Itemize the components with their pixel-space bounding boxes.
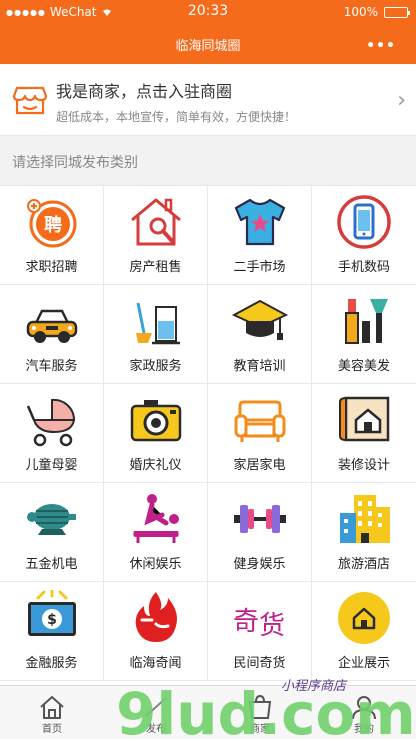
tab-label: 我的 <box>354 724 374 735</box>
category-label: 家政服务 <box>129 359 182 374</box>
page-title: 临海同城圈 <box>175 39 241 54</box>
category-label: 健身娱乐 <box>233 557 286 572</box>
graduation-cap-icon <box>232 299 288 340</box>
category-house[interactable]: 房产租售 <box>104 186 208 285</box>
category-label: 临海奇闻 <box>129 656 182 671</box>
money-icon: $ <box>28 590 76 636</box>
car-icon <box>26 309 78 343</box>
store-icon <box>248 694 272 719</box>
category-fitness[interactable]: 健身娱乐 <box>208 483 312 582</box>
category-digital[interactable]: 手机数码 <box>312 186 416 285</box>
category-housekeeping[interactable]: 家政服务 <box>104 285 208 384</box>
category-grid: 聘 求职招聘 房产租售 二手市场 手机数码 汽车服务 家政服务 教育培训 美容美… <box>0 185 416 685</box>
tab-label: 首页 <box>42 724 62 735</box>
category-baby[interactable]: 儿童母婴 <box>0 384 104 483</box>
cosmetics-icon <box>345 299 388 344</box>
category-label: 房产租售 <box>129 260 182 275</box>
battery-percent: 100% <box>343 5 378 19</box>
category-job[interactable]: 聘 求职招聘 <box>0 186 104 285</box>
house-icon <box>131 198 181 246</box>
category-label: 装修设计 <box>337 458 390 473</box>
sofa-icon <box>234 400 286 442</box>
category-label: 婚庆礼仪 <box>129 458 182 473</box>
tab-publish[interactable]: 发布 <box>104 686 208 739</box>
cleaning-icon <box>136 302 180 345</box>
tab-bar: 首页 发布 商家 我的 <box>0 685 416 739</box>
category-label: 求职招聘 <box>25 260 78 275</box>
category-car[interactable]: 汽车服务 <box>0 285 104 384</box>
svg-text:$: $ <box>47 612 57 628</box>
category-leisure[interactable]: 休闲娱乐 <box>104 483 208 582</box>
category-decoration[interactable]: 装修设计 <box>312 384 416 483</box>
category-label: 儿童母婴 <box>25 458 78 473</box>
section-label: 请选择同城发布类别 <box>12 155 138 171</box>
user-icon <box>352 696 376 720</box>
svg-text:聘: 聘 <box>44 214 62 236</box>
hotel-icon <box>340 495 390 543</box>
category-label: 美容美发 <box>337 359 390 374</box>
category-label: 企业展示 <box>337 656 390 671</box>
tab-me[interactable]: 我的 <box>312 686 416 739</box>
home-icon <box>40 696 64 719</box>
chevron-right-icon: › <box>397 88 406 113</box>
category-label: 旅游酒店 <box>337 557 390 572</box>
category-goods[interactable]: 奇 货 民间奇货 <box>208 582 312 681</box>
more-dots-icon[interactable]: ••• <box>366 38 396 54</box>
category-label: 手机数码 <box>337 260 390 275</box>
job-icon: 聘 <box>27 199 77 248</box>
category-label: 民间奇货 <box>233 656 286 671</box>
publish-icon <box>145 697 167 717</box>
phone-icon <box>337 195 391 249</box>
svg-text:奇: 奇 <box>233 607 259 637</box>
category-wedding[interactable]: 婚庆礼仪 <box>104 384 208 483</box>
motor-icon <box>27 504 76 535</box>
category-education[interactable]: 教育培训 <box>208 285 312 384</box>
category-secondhand[interactable]: 二手市场 <box>208 186 312 285</box>
massage-icon <box>133 494 179 543</box>
category-label: 家居家电 <box>233 458 286 473</box>
tab-label: 商家 <box>250 724 270 735</box>
category-label: 休闲娱乐 <box>129 557 182 572</box>
merchant-title: 我是商家，点击入驻商圈 <box>56 82 233 101</box>
category-enterprise[interactable]: 企业展示 <box>312 582 416 681</box>
tshirt-icon <box>234 198 286 246</box>
category-travel[interactable]: 旅游酒店 <box>312 483 416 582</box>
category-label: 五金机电 <box>25 557 78 572</box>
category-finance[interactable]: $ 金融服务 <box>0 582 104 681</box>
enterprise-icon <box>338 592 390 644</box>
category-label: 二手市场 <box>233 260 286 275</box>
category-label: 教育培训 <box>233 359 286 374</box>
merchant-subtitle: 超低成本，本地宣传，简单有效，方便快捷！ <box>56 110 297 124</box>
qihuo-logo-icon: 奇 货 <box>233 607 285 641</box>
category-label: 金融服务 <box>25 656 78 671</box>
stroller-icon <box>26 398 76 447</box>
tab-store[interactable]: 商家 <box>208 686 312 739</box>
battery-icon <box>384 6 410 18</box>
flame-icon <box>135 592 177 642</box>
category-hardware[interactable]: 五金机电 <box>0 483 104 582</box>
svg-text:货: 货 <box>259 611 285 641</box>
dumbbell-icon <box>234 505 286 533</box>
merchant-banner[interactable]: 我是商家，点击入驻商圈 超低成本，本地宣传，简单有效，方便快捷！ › <box>0 64 416 136</box>
category-beauty[interactable]: 美容美发 <box>312 285 416 384</box>
status-right: 100% <box>343 5 410 19</box>
tab-label: 发布 <box>146 724 166 735</box>
category-label: 汽车服务 <box>25 359 78 374</box>
category-news[interactable]: 临海奇闻 <box>104 582 208 681</box>
nav-bar: 临海同城圈 ••• <box>0 24 416 64</box>
status-bar: ●●●●● WeChat 20:33 100% <box>0 0 416 24</box>
category-furniture[interactable]: 家居家电 <box>208 384 312 483</box>
blueprint-icon <box>339 396 390 442</box>
camera-icon <box>130 400 182 442</box>
tab-home[interactable]: 首页 <box>0 686 104 739</box>
shop-icon <box>12 86 48 115</box>
